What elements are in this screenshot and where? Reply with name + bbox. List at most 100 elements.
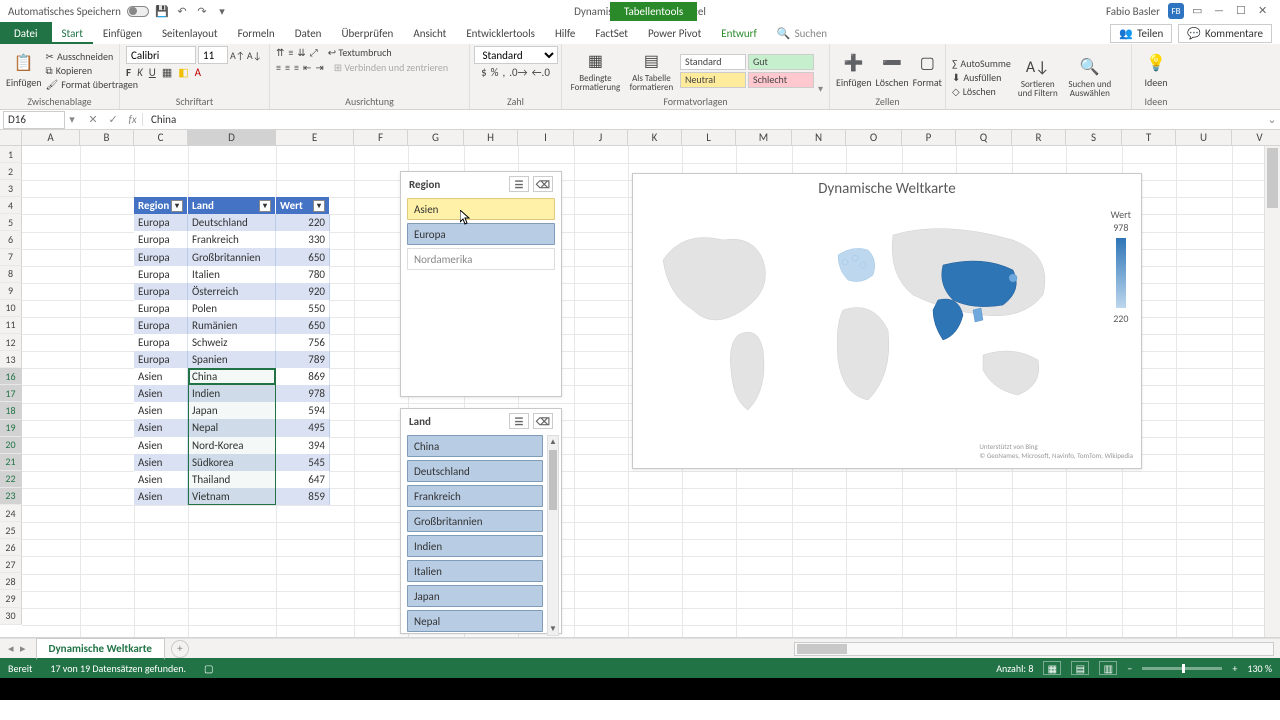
cell-land[interactable]: Rumänien xyxy=(188,317,276,334)
cell-wert[interactable]: 394 xyxy=(276,437,330,454)
cell-wert[interactable]: 495 xyxy=(276,419,330,436)
file-tab[interactable]: Datei xyxy=(0,22,52,44)
align-right-icon[interactable]: ≡ xyxy=(294,61,299,74)
align-top-icon[interactable]: ⇈ xyxy=(276,46,284,59)
clear-button[interactable]: ◇ Löschen xyxy=(952,85,1011,98)
font-size-input[interactable] xyxy=(198,46,228,64)
cell-region[interactable]: Asien xyxy=(134,471,188,488)
cell-land[interactable]: Deutschland xyxy=(188,214,276,231)
namebox-dropdown-icon[interactable]: ▾ xyxy=(65,113,79,126)
sort-filter-button[interactable]: A↓Sortieren und Filtern xyxy=(1015,56,1061,98)
cell-wert[interactable]: 550 xyxy=(276,300,330,317)
user-avatar[interactable]: FB xyxy=(1168,3,1184,19)
column-header-M[interactable]: M xyxy=(736,130,792,146)
filter-dropdown-icon[interactable]: ▾ xyxy=(313,200,325,212)
row-header-2[interactable]: 2 xyxy=(0,163,22,180)
scroll-thumb[interactable] xyxy=(797,644,847,654)
cell-wert[interactable]: 780 xyxy=(276,266,330,283)
cell-region[interactable]: Europa xyxy=(134,248,188,265)
ribbon-tab-entwicklertools[interactable]: Entwicklertools xyxy=(456,23,545,44)
table-row[interactable]: EuropaSchweiz756 xyxy=(134,334,330,351)
cell-region[interactable]: Europa xyxy=(134,317,188,334)
name-box[interactable]: D16 xyxy=(3,111,65,129)
increase-decimal-icon[interactable]: .0→ xyxy=(509,66,527,79)
cell-land[interactable]: Italien xyxy=(188,266,276,283)
row-header-18[interactable]: 18 xyxy=(0,402,22,419)
conditional-format-button[interactable]: ▦Bedingte Formatierung xyxy=(568,50,623,92)
row-header-24[interactable]: 24 xyxy=(0,505,22,522)
row-header-12[interactable]: 12 xyxy=(0,334,22,351)
cell-style-gut[interactable]: Gut xyxy=(748,54,814,70)
ribbon-tab-formeln[interactable]: Formeln xyxy=(228,23,285,44)
redo-icon[interactable]: ↷ xyxy=(195,4,209,18)
row-header-5[interactable]: 5 xyxy=(0,214,22,231)
font-name-input[interactable] xyxy=(126,46,196,64)
column-header-C[interactable]: C xyxy=(134,130,188,146)
table-row[interactable]: AsienNord-Korea394 xyxy=(134,437,330,454)
align-middle-icon[interactable]: ≡ xyxy=(288,46,293,59)
ribbon-tab-factset[interactable]: FactSet xyxy=(585,23,638,44)
add-sheet-button[interactable]: + xyxy=(171,640,189,658)
slicer-item-indien[interactable]: Indien xyxy=(407,535,543,557)
border-icon[interactable]: ▦ xyxy=(162,66,172,79)
row-header-27[interactable]: 27 xyxy=(0,556,22,573)
ideas-button[interactable]: 💡Ideen xyxy=(1138,52,1174,89)
cell-region[interactable]: Europa xyxy=(134,231,188,248)
row-header-25[interactable]: 25 xyxy=(0,522,22,539)
cell-land[interactable]: Österreich xyxy=(188,283,276,300)
cell-wert[interactable]: 545 xyxy=(276,454,330,471)
ribbon-tab-seitenlayout[interactable]: Seitenlayout xyxy=(152,23,228,44)
sheet-tab-active[interactable]: Dynamische Weltkarte xyxy=(36,638,165,660)
number-format-select[interactable]: Standard xyxy=(474,46,558,64)
scroll-thumb[interactable] xyxy=(549,450,557,510)
paste-button[interactable]: 📋Einfügen xyxy=(6,52,42,89)
increase-font-icon[interactable]: A↑ xyxy=(230,49,245,62)
column-header-G[interactable]: G xyxy=(408,130,464,146)
cell-land[interactable]: Nord-Korea xyxy=(188,437,276,454)
percent-icon[interactable]: % xyxy=(491,66,499,79)
ribbon-tab-einfügen[interactable]: Einfügen xyxy=(93,23,152,44)
cancel-formula-icon[interactable]: ✕ xyxy=(88,113,97,126)
column-header-Q[interactable]: Q xyxy=(956,130,1012,146)
cell-land[interactable]: Indien xyxy=(188,385,276,402)
column-header-A[interactable]: A xyxy=(22,130,80,146)
table-row[interactable]: AsienJapan594 xyxy=(134,402,330,419)
cell-region[interactable]: Asien xyxy=(134,419,188,436)
slicer-item-deutschland[interactable]: Deutschland xyxy=(407,460,543,482)
cell-region[interactable]: Europa xyxy=(134,300,188,317)
column-header-D[interactable]: D xyxy=(188,130,276,146)
row-header-30[interactable]: 30 xyxy=(0,608,22,625)
row-header-1[interactable]: 1 xyxy=(0,146,22,163)
page-break-view-icon[interactable]: ▥ xyxy=(1099,661,1117,675)
cell-wert[interactable]: 869 xyxy=(276,368,330,385)
column-header-T[interactable]: T xyxy=(1122,130,1176,146)
row-header-13[interactable]: 13 xyxy=(0,351,22,368)
row-header-29[interactable]: 29 xyxy=(0,590,22,607)
column-header-I[interactable]: I xyxy=(518,130,574,146)
align-center-icon[interactable]: ≡ xyxy=(285,61,290,74)
align-bottom-icon[interactable]: ⇊ xyxy=(297,46,305,59)
slicer-item-nordamerika[interactable]: Nordamerika xyxy=(407,248,555,270)
slicer-item-china[interactable]: China xyxy=(407,435,543,457)
cell-region[interactable]: Asien xyxy=(134,368,188,385)
worksheet-grid[interactable]: ABCDEFGHIJKLMNOPQRSTUV 12345678910111213… xyxy=(0,130,1280,638)
cell-wert[interactable]: 330 xyxy=(276,231,330,248)
autosum-button[interactable]: ∑ AutoSumme xyxy=(952,57,1011,70)
table-row[interactable]: EuropaRumänien650 xyxy=(134,317,330,334)
cell-land[interactable]: Frankreich xyxy=(188,231,276,248)
filter-dropdown-icon[interactable]: ▾ xyxy=(259,200,271,212)
cell-land[interactable]: China xyxy=(188,368,276,385)
styles-more-icon[interactable]: ▾ xyxy=(818,82,823,95)
land-slicer[interactable]: Land ☰ ⌫ ▲ ▼ ChinaDeutschlandFrankreichG… xyxy=(400,408,562,634)
cell-wert[interactable]: 978 xyxy=(276,385,330,402)
table-header-land[interactable]: Land▾ xyxy=(188,197,276,214)
delete-cells-button[interactable]: ➖Löschen xyxy=(876,52,909,89)
table-row[interactable]: AsienIndien978 xyxy=(134,385,330,402)
column-header-U[interactable]: U xyxy=(1176,130,1232,146)
row-header-20[interactable]: 20 xyxy=(0,437,22,454)
zoom-slider[interactable] xyxy=(1142,667,1222,670)
close-icon[interactable]: ✕ xyxy=(1258,4,1272,18)
clear-filter-icon[interactable]: ⌫ xyxy=(533,413,553,429)
row-header-6[interactable]: 6 xyxy=(0,231,22,248)
comma-icon[interactable]: , xyxy=(503,66,506,79)
